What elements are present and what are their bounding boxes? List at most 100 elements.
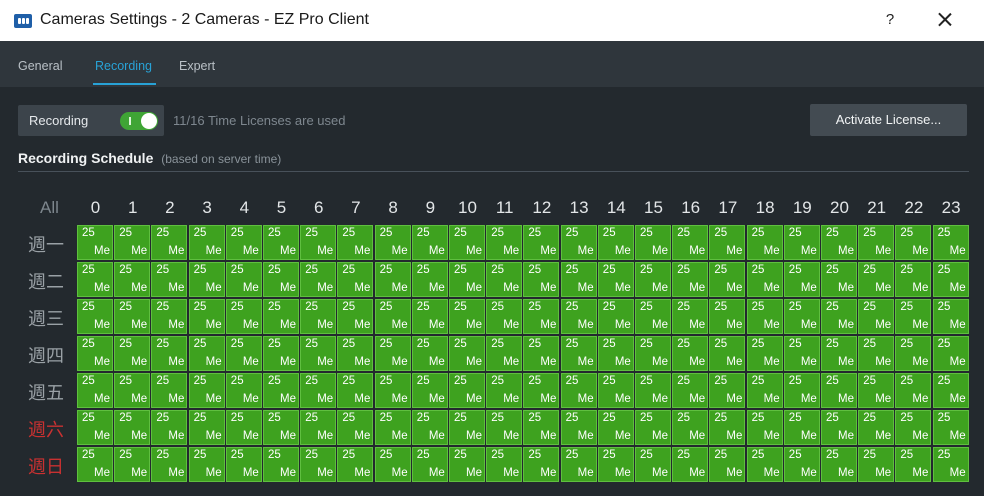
hour-header-11[interactable]: 11 (486, 198, 523, 218)
schedule-cell[interactable]: 25 Me (225, 225, 262, 260)
schedule-cell[interactable]: 25 Me (560, 373, 597, 408)
schedule-cell[interactable]: 25 Me (858, 262, 895, 297)
schedule-cell[interactable]: 25 Me (225, 262, 262, 297)
schedule-cell[interactable]: 25 Me (746, 373, 783, 408)
schedule-cell[interactable]: 25 Me (374, 373, 411, 408)
schedule-cell[interactable]: 25 Me (225, 373, 262, 408)
schedule-cell[interactable]: 25 Me (635, 336, 671, 371)
schedule-cell[interactable]: 25 Me (449, 336, 485, 371)
schedule-cell[interactable]: 25 Me (932, 410, 969, 445)
schedule-cell[interactable]: 25 Me (635, 373, 671, 408)
tab-general[interactable]: General (18, 59, 62, 73)
schedule-cell[interactable]: 25 Me (783, 336, 820, 371)
schedule-cell[interactable]: 25 Me (411, 373, 448, 408)
schedule-cell[interactable]: 25 Me (709, 410, 746, 445)
schedule-cell[interactable]: 25 Me (672, 299, 709, 334)
schedule-cell[interactable]: 25 Me (709, 262, 746, 297)
hour-header-4[interactable]: 4 (226, 198, 263, 218)
schedule-cell[interactable]: 25 Me (523, 447, 560, 482)
schedule-cell[interactable]: 25 Me (337, 373, 374, 408)
schedule-cell[interactable]: 25 Me (783, 225, 820, 260)
schedule-cell[interactable]: 25 Me (560, 336, 597, 371)
schedule-cell[interactable]: 25 Me (114, 225, 151, 260)
schedule-cell[interactable]: 25 Me (411, 262, 448, 297)
schedule-cell[interactable]: 25 Me (77, 410, 113, 445)
schedule-cell[interactable]: 25 Me (821, 299, 857, 334)
schedule-cell[interactable]: 25 Me (300, 373, 337, 408)
schedule-cell[interactable]: 25 Me (672, 336, 709, 371)
schedule-cell[interactable]: 25 Me (672, 225, 709, 260)
schedule-cell[interactable]: 25 Me (858, 336, 895, 371)
schedule-cell[interactable]: 25 Me (932, 447, 969, 482)
schedule-cell[interactable]: 25 Me (523, 373, 560, 408)
schedule-cell[interactable]: 25 Me (188, 373, 225, 408)
schedule-cell[interactable]: 25 Me (263, 447, 299, 482)
schedule-cell[interactable]: 25 Me (858, 373, 895, 408)
schedule-cell[interactable]: 25 Me (151, 225, 188, 260)
schedule-cell[interactable]: 25 Me (77, 447, 113, 482)
schedule-cell[interactable]: 25 Me (411, 447, 448, 482)
hour-header-9[interactable]: 9 (412, 198, 449, 218)
schedule-cell[interactable]: 25 Me (597, 373, 634, 408)
schedule-cell[interactable]: 25 Me (114, 447, 151, 482)
schedule-cell[interactable]: 25 Me (672, 447, 709, 482)
schedule-cell[interactable]: 25 Me (746, 262, 783, 297)
schedule-cell[interactable]: 25 Me (486, 447, 523, 482)
schedule-cell[interactable]: 25 Me (337, 262, 374, 297)
hour-header-2[interactable]: 2 (151, 198, 188, 218)
hour-header-21[interactable]: 21 (858, 198, 895, 218)
schedule-cell[interactable]: 25 Me (746, 336, 783, 371)
schedule-cell[interactable]: 25 Me (374, 447, 411, 482)
hour-header-15[interactable]: 15 (635, 198, 672, 218)
schedule-cell[interactable]: 25 Me (188, 299, 225, 334)
schedule-cell[interactable]: 25 Me (597, 262, 634, 297)
schedule-cell[interactable]: 25 Me (932, 299, 969, 334)
schedule-cell[interactable]: 25 Me (337, 336, 374, 371)
schedule-cell[interactable]: 25 Me (188, 262, 225, 297)
schedule-cell[interactable]: 25 Me (300, 447, 337, 482)
schedule-cell[interactable]: 25 Me (895, 299, 932, 334)
schedule-cell[interactable]: 25 Me (932, 225, 969, 260)
schedule-cell[interactable]: 25 Me (486, 225, 523, 260)
day-header-0[interactable]: 週一 (28, 231, 72, 257)
schedule-cell[interactable]: 25 Me (300, 262, 337, 297)
day-header-2[interactable]: 週三 (28, 305, 72, 331)
schedule-cell[interactable]: 25 Me (635, 299, 671, 334)
schedule-cell[interactable]: 25 Me (411, 410, 448, 445)
schedule-cell[interactable]: 25 Me (783, 410, 820, 445)
hour-header-20[interactable]: 20 (821, 198, 858, 218)
schedule-cell[interactable]: 25 Me (449, 447, 485, 482)
schedule-cell[interactable]: 25 Me (560, 410, 597, 445)
schedule-cell[interactable]: 25 Me (263, 262, 299, 297)
schedule-cell[interactable]: 25 Me (263, 373, 299, 408)
schedule-cell[interactable]: 25 Me (932, 336, 969, 371)
schedule-cell[interactable]: 25 Me (597, 336, 634, 371)
activate-license-button[interactable]: Activate License... (810, 104, 967, 136)
hour-header-6[interactable]: 6 (300, 198, 337, 218)
hour-header-5[interactable]: 5 (263, 198, 300, 218)
schedule-cell[interactable]: 25 Me (77, 299, 113, 334)
schedule-cell[interactable]: 25 Me (746, 447, 783, 482)
schedule-cell[interactable]: 25 Me (486, 299, 523, 334)
schedule-cell[interactable]: 25 Me (783, 373, 820, 408)
schedule-cell[interactable]: 25 Me (374, 225, 411, 260)
hour-header-8[interactable]: 8 (375, 198, 412, 218)
schedule-cell[interactable]: 25 Me (411, 299, 448, 334)
help-button[interactable]: ? (880, 10, 900, 30)
schedule-cell[interactable]: 25 Me (300, 410, 337, 445)
schedule-cell[interactable]: 25 Me (858, 447, 895, 482)
schedule-cell[interactable]: 25 Me (77, 373, 113, 408)
day-header-1[interactable]: 週二 (28, 268, 72, 294)
schedule-cell[interactable]: 25 Me (821, 262, 857, 297)
schedule-cell[interactable]: 25 Me (77, 262, 113, 297)
hour-header-0[interactable]: 0 (77, 198, 114, 218)
schedule-cell[interactable]: 25 Me (709, 225, 746, 260)
schedule-cell[interactable]: 25 Me (635, 447, 671, 482)
schedule-cell[interactable]: 25 Me (746, 299, 783, 334)
schedule-cell[interactable]: 25 Me (300, 336, 337, 371)
schedule-cell[interactable]: 25 Me (560, 447, 597, 482)
schedule-cell[interactable]: 25 Me (188, 336, 225, 371)
tab-expert[interactable]: Expert (179, 59, 215, 73)
schedule-cell[interactable]: 25 Me (560, 262, 597, 297)
schedule-cell[interactable]: 25 Me (932, 262, 969, 297)
